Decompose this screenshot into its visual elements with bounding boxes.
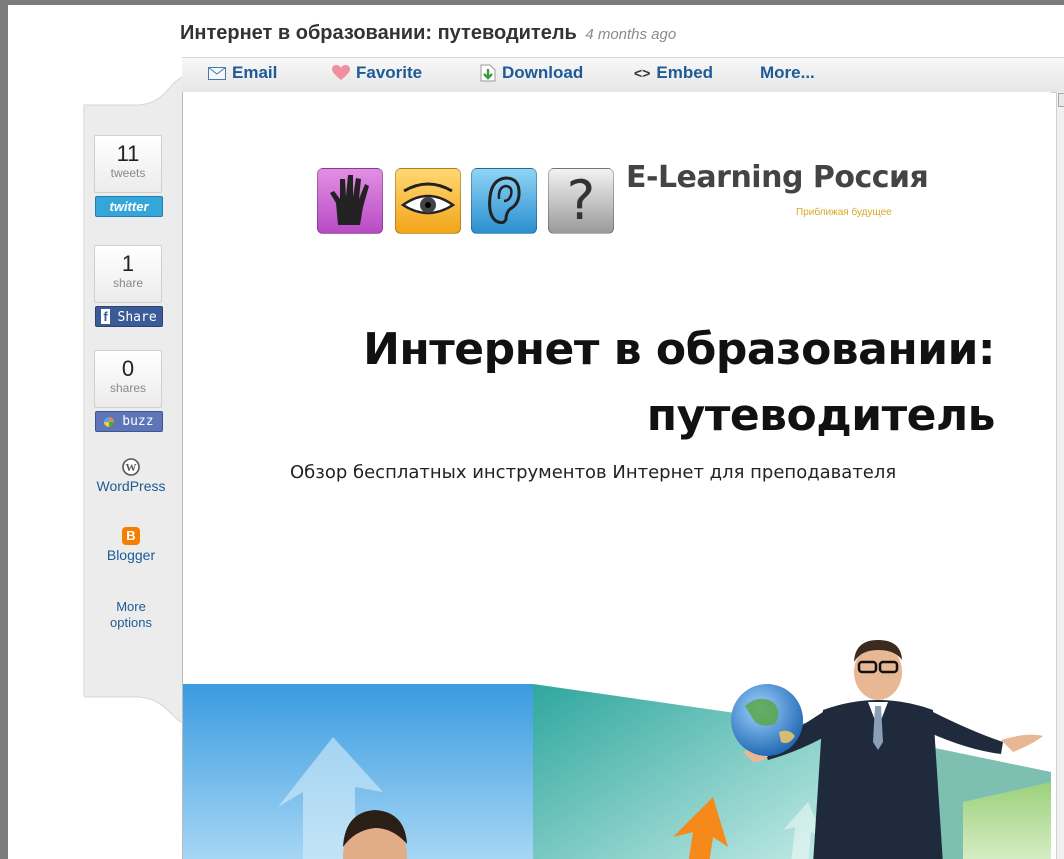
favorite-label: Favorite — [356, 63, 423, 82]
google-buzz-button[interactable]: buzz — [95, 411, 163, 432]
question-mark-icon: ? — [548, 168, 614, 234]
slideshow-toolbar: Email Favorite Download <> Embed More... — [182, 57, 1064, 93]
buzz-count-label: shares — [109, 381, 147, 395]
share-count-label: share — [112, 276, 144, 290]
wordpress-logo-icon: W — [122, 458, 140, 476]
blogger-label: Blogger — [106, 547, 156, 563]
buzz-icon — [104, 416, 115, 427]
download-arrow-icon — [480, 64, 496, 82]
tweet-count: 11 — [116, 141, 140, 166]
tweet-count-label: tweets — [110, 166, 146, 180]
buzz-label: buzz — [122, 414, 154, 429]
slide-illustration — [183, 640, 1051, 859]
blogger-share-link[interactable]: B Blogger — [86, 527, 176, 564]
svg-text:W: W — [126, 462, 137, 474]
ear-icon — [471, 168, 537, 234]
download-label: Download — [502, 63, 584, 82]
hand-icon — [317, 168, 383, 234]
embed-label: Embed — [656, 63, 714, 82]
wordpress-label: WordPress — [96, 478, 166, 494]
embed-button[interactable]: <> Embed — [634, 63, 713, 83]
brand-tagline: Приближая будущее — [796, 207, 892, 218]
code-brackets-icon: <> — [634, 65, 651, 81]
eye-icon — [395, 168, 461, 234]
heart-icon — [332, 65, 350, 81]
brand-name: E-Learning Россия — [626, 160, 929, 195]
wordpress-share-link[interactable]: W WordPress — [86, 458, 176, 495]
facebook-share-label: Share — [117, 310, 157, 325]
page-frame: Интернет в образовании: путеводитель 4 m… — [8, 5, 1064, 859]
email-label: Email — [232, 63, 278, 82]
download-button[interactable]: Download — [480, 63, 583, 83]
more-options-line1: More — [116, 599, 146, 614]
upload-time: 4 months ago — [585, 26, 677, 43]
facebook-share-button[interactable]: f Share — [95, 306, 163, 327]
slide-viewer[interactable]: ? E-Learning Россия Приближая будущее Ин… — [182, 92, 1051, 859]
twitter-counter: 11 tweets twitter — [94, 135, 163, 217]
facebook-counter: 1 share f Share — [94, 245, 163, 327]
scroll-up-arrow-icon[interactable] — [1058, 93, 1064, 107]
share-count: 1 — [121, 251, 135, 276]
presentation-title-row: Интернет в образовании: путеводитель 4 m… — [180, 22, 676, 45]
twitter-button[interactable]: twitter — [95, 196, 163, 217]
more-button[interactable]: More... — [760, 63, 815, 83]
slide-subtitle: Обзор бесплатных инструментов Интернет д… — [290, 462, 897, 483]
buzz-counter: 0 shares buzz — [94, 350, 163, 432]
email-button[interactable]: Email — [208, 63, 277, 83]
buzz-count: 0 — [121, 356, 135, 381]
blogger-logo-icon: B — [122, 527, 140, 545]
share-count-box: 1 share — [94, 245, 162, 303]
facebook-f-icon: f — [101, 309, 110, 324]
more-label: More... — [760, 63, 815, 82]
envelope-icon — [208, 66, 226, 80]
slide-scrollbar[interactable] — [1056, 92, 1064, 859]
more-options-link[interactable]: More options — [86, 599, 176, 631]
favorite-button[interactable]: Favorite — [332, 63, 422, 83]
tweet-count-box: 11 tweets — [94, 135, 162, 193]
slide-heading-line2: путеводитель — [646, 390, 996, 441]
more-options-line2: options — [110, 615, 152, 630]
slide-heading-line1: Интернет в образовании: — [363, 324, 995, 375]
presentation-title[interactable]: Интернет в образовании: путеводитель — [180, 22, 577, 44]
buzz-count-box: 0 shares — [94, 350, 162, 408]
